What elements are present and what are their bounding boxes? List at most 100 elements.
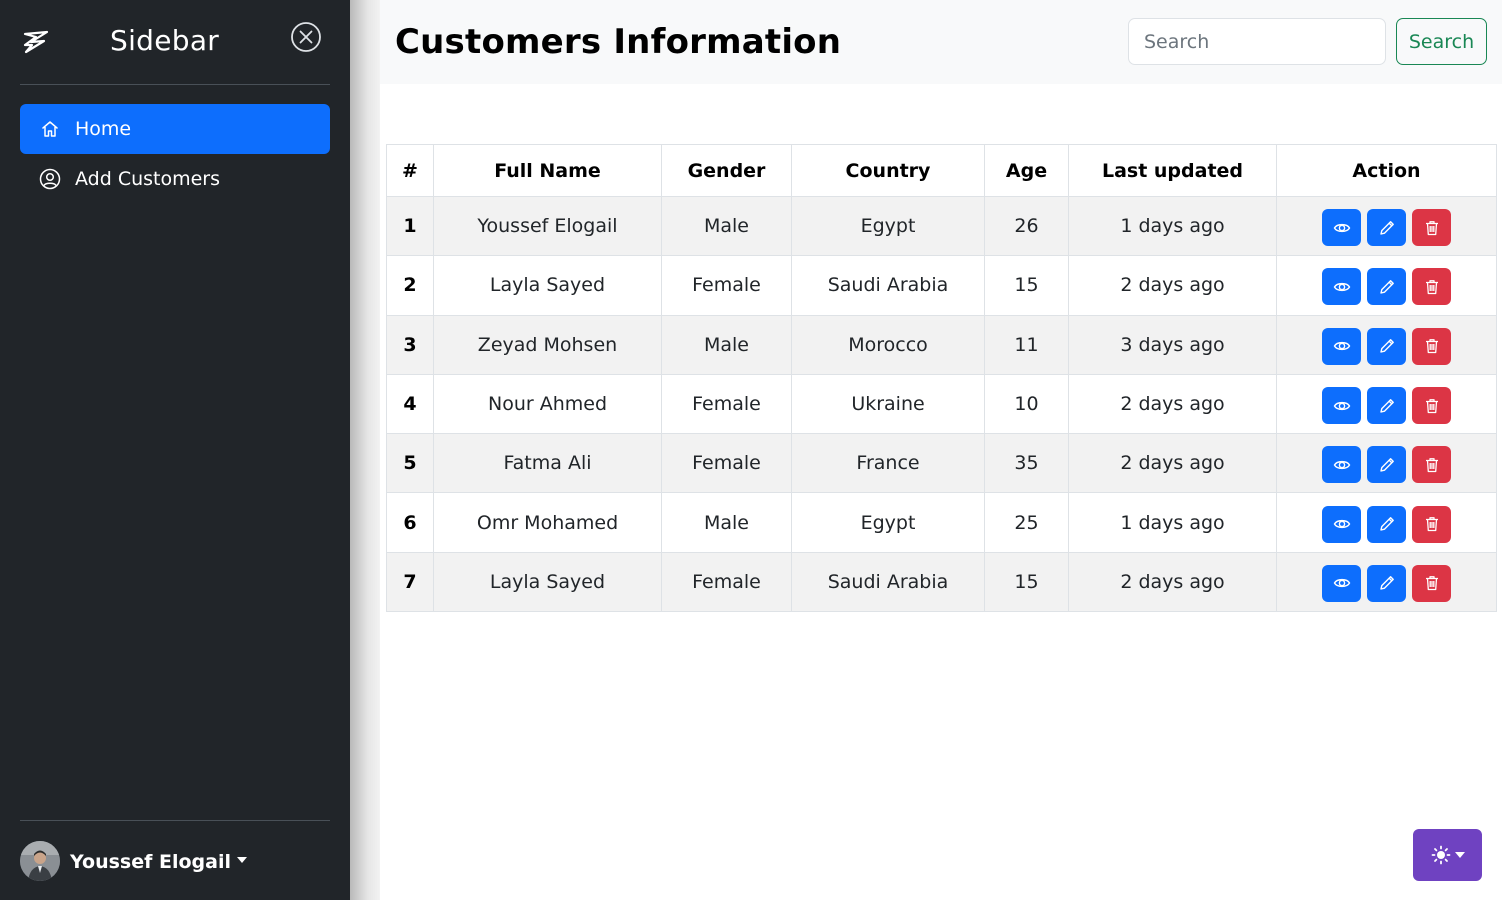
eye-icon — [1333, 219, 1351, 237]
delete-button[interactable] — [1412, 209, 1451, 247]
delete-button[interactable] — [1412, 505, 1451, 543]
eye-icon — [1333, 278, 1351, 296]
search-input[interactable] — [1128, 18, 1386, 65]
table-row: 7 Layla Sayed Female Saudi Arabia 15 2 days a… — [386, 551, 1497, 613]
edit-button[interactable] — [1367, 564, 1406, 602]
age-cell: 10 — [984, 373, 1069, 435]
sidebar-item-label: Add Customers — [75, 168, 221, 190]
delete-button[interactable] — [1412, 564, 1451, 602]
gender-cell: Female — [661, 255, 792, 316]
table-row: 5 Fatma Ali Female France 35 2 days ago — [386, 433, 1497, 494]
age-cell: 15 — [984, 255, 1069, 316]
column-header: Full Name — [433, 144, 662, 197]
gender-cell: Female — [661, 433, 792, 494]
column-header: Action — [1276, 144, 1497, 197]
user-circle-icon — [39, 168, 61, 190]
pencil-icon — [1378, 337, 1396, 355]
sidebar-item-home[interactable]: Home — [20, 104, 330, 154]
action-cell — [1276, 492, 1497, 553]
view-button[interactable] — [1322, 505, 1361, 543]
edit-button[interactable] — [1367, 268, 1406, 306]
row-number: 1 — [386, 195, 434, 257]
eye-icon — [1333, 515, 1351, 533]
row-number: 6 — [386, 492, 434, 553]
action-cell — [1276, 255, 1497, 316]
sidebar-nav: Home Add Customers — [20, 104, 330, 204]
trash-icon — [1423, 278, 1441, 296]
last-updated-cell: 2 days ago — [1068, 433, 1277, 494]
eye-icon — [1333, 397, 1351, 415]
delete-button[interactable] — [1412, 268, 1451, 306]
last-updated-cell: 2 days ago — [1068, 373, 1277, 435]
table-row: 2 Layla Sayed Female Saudi Arabia 15 2 days a… — [386, 255, 1497, 316]
sidebar-item-add-customers[interactable]: Add Customers — [20, 154, 330, 204]
full-name-cell: Layla Sayed — [433, 551, 662, 613]
last-updated-cell: 2 days ago — [1068, 255, 1277, 316]
column-header: Gender — [661, 144, 792, 197]
age-cell: 25 — [984, 492, 1069, 553]
eye-icon — [1333, 337, 1351, 355]
header: Customers Information Search — [380, 0, 1502, 84]
sidebar-item-label: Home — [75, 118, 132, 140]
user-dropdown: Youssef Elogail — [20, 820, 330, 900]
full-name-cell: Omr Mohamed — [433, 492, 662, 553]
view-button[interactable] — [1322, 327, 1361, 365]
column-header: Country — [791, 144, 985, 197]
theme-toggle-button[interactable] — [1413, 829, 1482, 881]
lightning-logo-icon — [23, 30, 49, 54]
full-name-cell: Fatma Ali — [433, 433, 662, 494]
action-buttons — [1322, 505, 1451, 543]
age-cell: 11 — [984, 314, 1069, 375]
pencil-icon — [1378, 574, 1396, 592]
view-button[interactable] — [1322, 564, 1361, 602]
country-cell: Morocco — [791, 314, 985, 375]
row-number: 7 — [386, 551, 434, 613]
view-button[interactable] — [1322, 446, 1361, 484]
row-number: 5 — [386, 433, 434, 494]
customers-table: # Full Name Gender Country Age Last upda… — [386, 144, 1497, 613]
view-button[interactable] — [1322, 387, 1361, 425]
search-button[interactable]: Search — [1396, 18, 1487, 65]
gender-cell: Female — [661, 373, 792, 435]
edit-button[interactable] — [1367, 209, 1406, 247]
action-buttons — [1322, 209, 1451, 247]
edit-button[interactable] — [1367, 505, 1406, 543]
user-name[interactable]: Youssef Elogail — [70, 851, 247, 873]
delete-button[interactable] — [1412, 446, 1451, 484]
customers-table-container: # Full Name Gender Country Age Last upda… — [386, 144, 1497, 613]
sidebar-shadow — [350, 0, 380, 900]
action-cell — [1276, 433, 1497, 494]
delete-button[interactable] — [1412, 387, 1451, 425]
row-number: 2 — [386, 255, 434, 316]
country-cell: Egypt — [791, 195, 985, 257]
view-button[interactable] — [1322, 209, 1361, 247]
caret-down-icon — [236, 856, 247, 863]
action-buttons — [1322, 564, 1451, 602]
edit-button[interactable] — [1367, 327, 1406, 365]
sun-icon — [1431, 845, 1450, 865]
caret-down-icon — [1454, 852, 1465, 858]
page-title: Customers Information — [395, 22, 842, 62]
action-buttons — [1322, 446, 1451, 484]
action-buttons — [1322, 387, 1451, 425]
delete-button[interactable] — [1412, 327, 1451, 365]
last-updated-cell: 3 days ago — [1068, 314, 1277, 375]
action-cell — [1276, 195, 1497, 257]
table-header-row: # Full Name Gender Country Age Last upda… — [386, 144, 1497, 197]
sidebar-title: Sidebar — [110, 24, 220, 57]
avatar[interactable] — [20, 841, 60, 881]
full-name-cell: Nour Ahmed — [433, 373, 662, 435]
table-row: 3 Zeyad Mohsen Male Morocco 11 3 days ago — [386, 314, 1497, 375]
action-buttons — [1322, 268, 1451, 306]
column-header: Age — [984, 144, 1069, 197]
table-row: 1 Youssef Elogail Male Egypt 26 1 days ago — [386, 195, 1497, 257]
action-cell — [1276, 373, 1497, 435]
edit-button[interactable] — [1367, 446, 1406, 484]
edit-button[interactable] — [1367, 387, 1406, 425]
view-button[interactable] — [1322, 268, 1361, 306]
pencil-icon — [1378, 515, 1396, 533]
pencil-icon — [1378, 278, 1396, 296]
close-circle-icon[interactable] — [290, 21, 322, 53]
last-updated-cell: 2 days ago — [1068, 551, 1277, 613]
last-updated-cell: 1 days ago — [1068, 492, 1277, 553]
